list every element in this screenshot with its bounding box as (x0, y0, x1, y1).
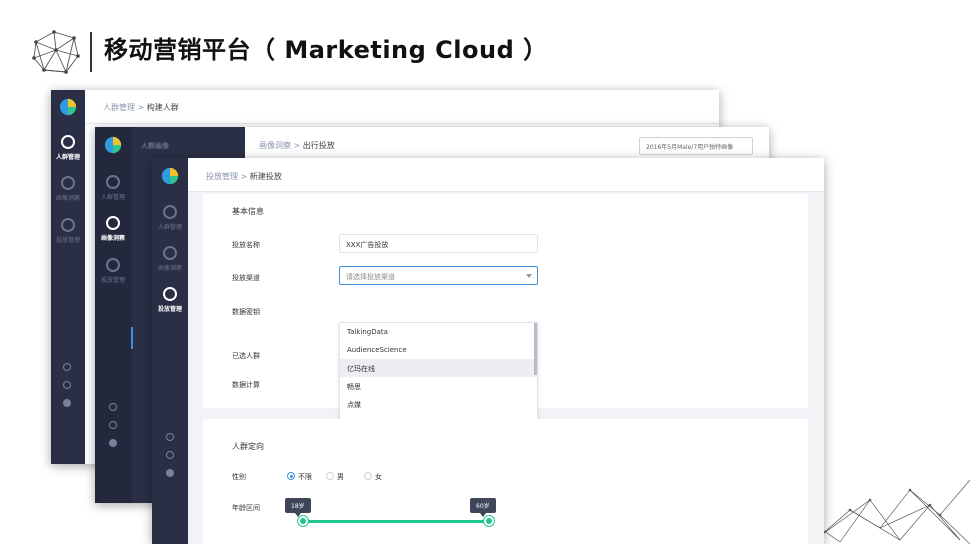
active-indicator (131, 327, 133, 349)
age-range-track[interactable] (303, 520, 489, 523)
crowd-icon (163, 205, 177, 219)
gender-option-label: 不限 (298, 473, 312, 481)
sidebar-item-insight[interactable]: 画像洞察 (95, 216, 133, 242)
dropdown-option[interactable]: 点媒 (340, 395, 537, 413)
sidebar-item-crowd[interactable]: 人群管理 (51, 135, 88, 161)
chevron-down-icon (526, 274, 532, 278)
gender-label: 性别 (232, 473, 246, 481)
sidebar-item-delivery[interactable]: 投放管理 (51, 218, 88, 244)
delivery-icon (106, 258, 120, 272)
user-icon[interactable] (109, 439, 117, 447)
top-bar: 人群管理 > 构建人群 (85, 90, 719, 124)
sidebar-item-crowd[interactable]: 人群管理 (95, 175, 133, 201)
gender-radio-any[interactable] (287, 472, 295, 480)
dropdown-option[interactable]: AudienceScience (340, 341, 537, 359)
insight-icon (61, 176, 75, 190)
age-min-handle[interactable] (298, 516, 308, 526)
delivery-name-label: 投放名称 (232, 241, 260, 249)
crowd-icon (106, 175, 120, 189)
user-icon[interactable] (166, 469, 174, 477)
delivery-name-input[interactable]: XXX广告投放 (339, 234, 538, 253)
sidebar-item-insight[interactable]: 画像洞察 (51, 176, 88, 202)
age-max-tooltip: 60岁 (470, 498, 496, 517)
settings-icon[interactable] (63, 363, 71, 371)
data-key-label: 数据密钥 (232, 308, 260, 316)
crowd-icon (61, 135, 75, 149)
age-range-label: 年龄区间 (232, 504, 260, 512)
date-select[interactable]: 2016年5月Male/7用户独特画像 (639, 137, 753, 155)
dropdown-option[interactable]: 亿玛在线 (340, 359, 537, 377)
dropdown-option[interactable]: TalkingData (340, 323, 537, 341)
help-icon[interactable] (63, 381, 71, 389)
delivery-channel-label: 投放渠道 (232, 274, 260, 282)
sidebar-item-delivery[interactable]: 投放管理 (152, 287, 190, 313)
delivery-icon (61, 218, 75, 232)
title-divider (90, 32, 92, 72)
breadcrumb: 投放管理 > 新建投放 (206, 172, 282, 181)
app-logo-icon (161, 167, 179, 185)
settings-icon[interactable] (166, 433, 174, 441)
age-max-handle[interactable] (484, 516, 494, 526)
sidebar-item-insight[interactable]: 画像洞察 (152, 246, 190, 272)
app-logo-icon (104, 136, 122, 154)
app-logo-icon (59, 98, 77, 116)
sidebar-group-label: 人群画像 (141, 142, 169, 150)
new-delivery-window: 人群管理 画像洞察 投放管理 投放管理 > 新建投放 基本信息 投放名称 XXX… (152, 158, 824, 544)
sidebar: 人群管理 画像洞察 投放管理 (51, 90, 85, 464)
top-bar: 画像洞察 > 出行投放 2016年5月Male/7用户独特画像 (245, 127, 769, 161)
crowd-targeting-card: 人群定向 性别 不限 男 女 年龄区间 18岁 60岁 (203, 419, 808, 544)
sidebar-item-crowd[interactable]: 人群管理 (152, 205, 190, 231)
data-compute-label: 数据计算 (232, 381, 260, 389)
basic-info-card: 基本信息 投放名称 XXX广告投放 投放渠道 请选择投放渠道 数据密钥 已选人群… (203, 194, 808, 422)
selected-crowd-label: 已选人群 (232, 352, 260, 360)
delivery-channel-select[interactable]: 请选择投放渠道 (339, 266, 538, 285)
polygon-logo-icon (32, 30, 80, 74)
channel-dropdown: TalkingData AudienceScience 亿玛在线 畅思 点媒 (339, 322, 538, 422)
dropdown-option[interactable]: 畅思 (340, 377, 537, 395)
section-title-basic-info: 基本信息 (232, 207, 264, 216)
slide-title: 移动营销平台（ Marketing Cloud ） (104, 36, 548, 64)
help-icon[interactable] (109, 421, 117, 429)
gender-radio-male[interactable] (326, 472, 334, 480)
user-icon[interactable] (63, 399, 71, 407)
sidebar: 人群管理 画像洞察 投放管理 (152, 158, 188, 544)
settings-icon[interactable] (109, 403, 117, 411)
help-icon[interactable] (166, 451, 174, 459)
insight-icon (163, 246, 177, 260)
breadcrumb: 画像洞察 > 出行投放 (259, 141, 335, 150)
age-min-tooltip: 18岁 (285, 498, 311, 517)
insight-icon (106, 216, 120, 230)
gender-radio-female[interactable] (364, 472, 372, 480)
gender-option-label: 男 (337, 473, 344, 481)
breadcrumb: 人群管理 > 构建人群 (103, 103, 179, 112)
dropdown-scrollbar[interactable] (534, 323, 537, 375)
top-bar: 投放管理 > 新建投放 (188, 158, 824, 192)
gender-option-label: 女 (375, 473, 382, 481)
sidebar-item-delivery[interactable]: 投放管理 (95, 258, 133, 284)
section-title-targeting: 人群定向 (232, 442, 264, 451)
delivery-icon (163, 287, 177, 301)
